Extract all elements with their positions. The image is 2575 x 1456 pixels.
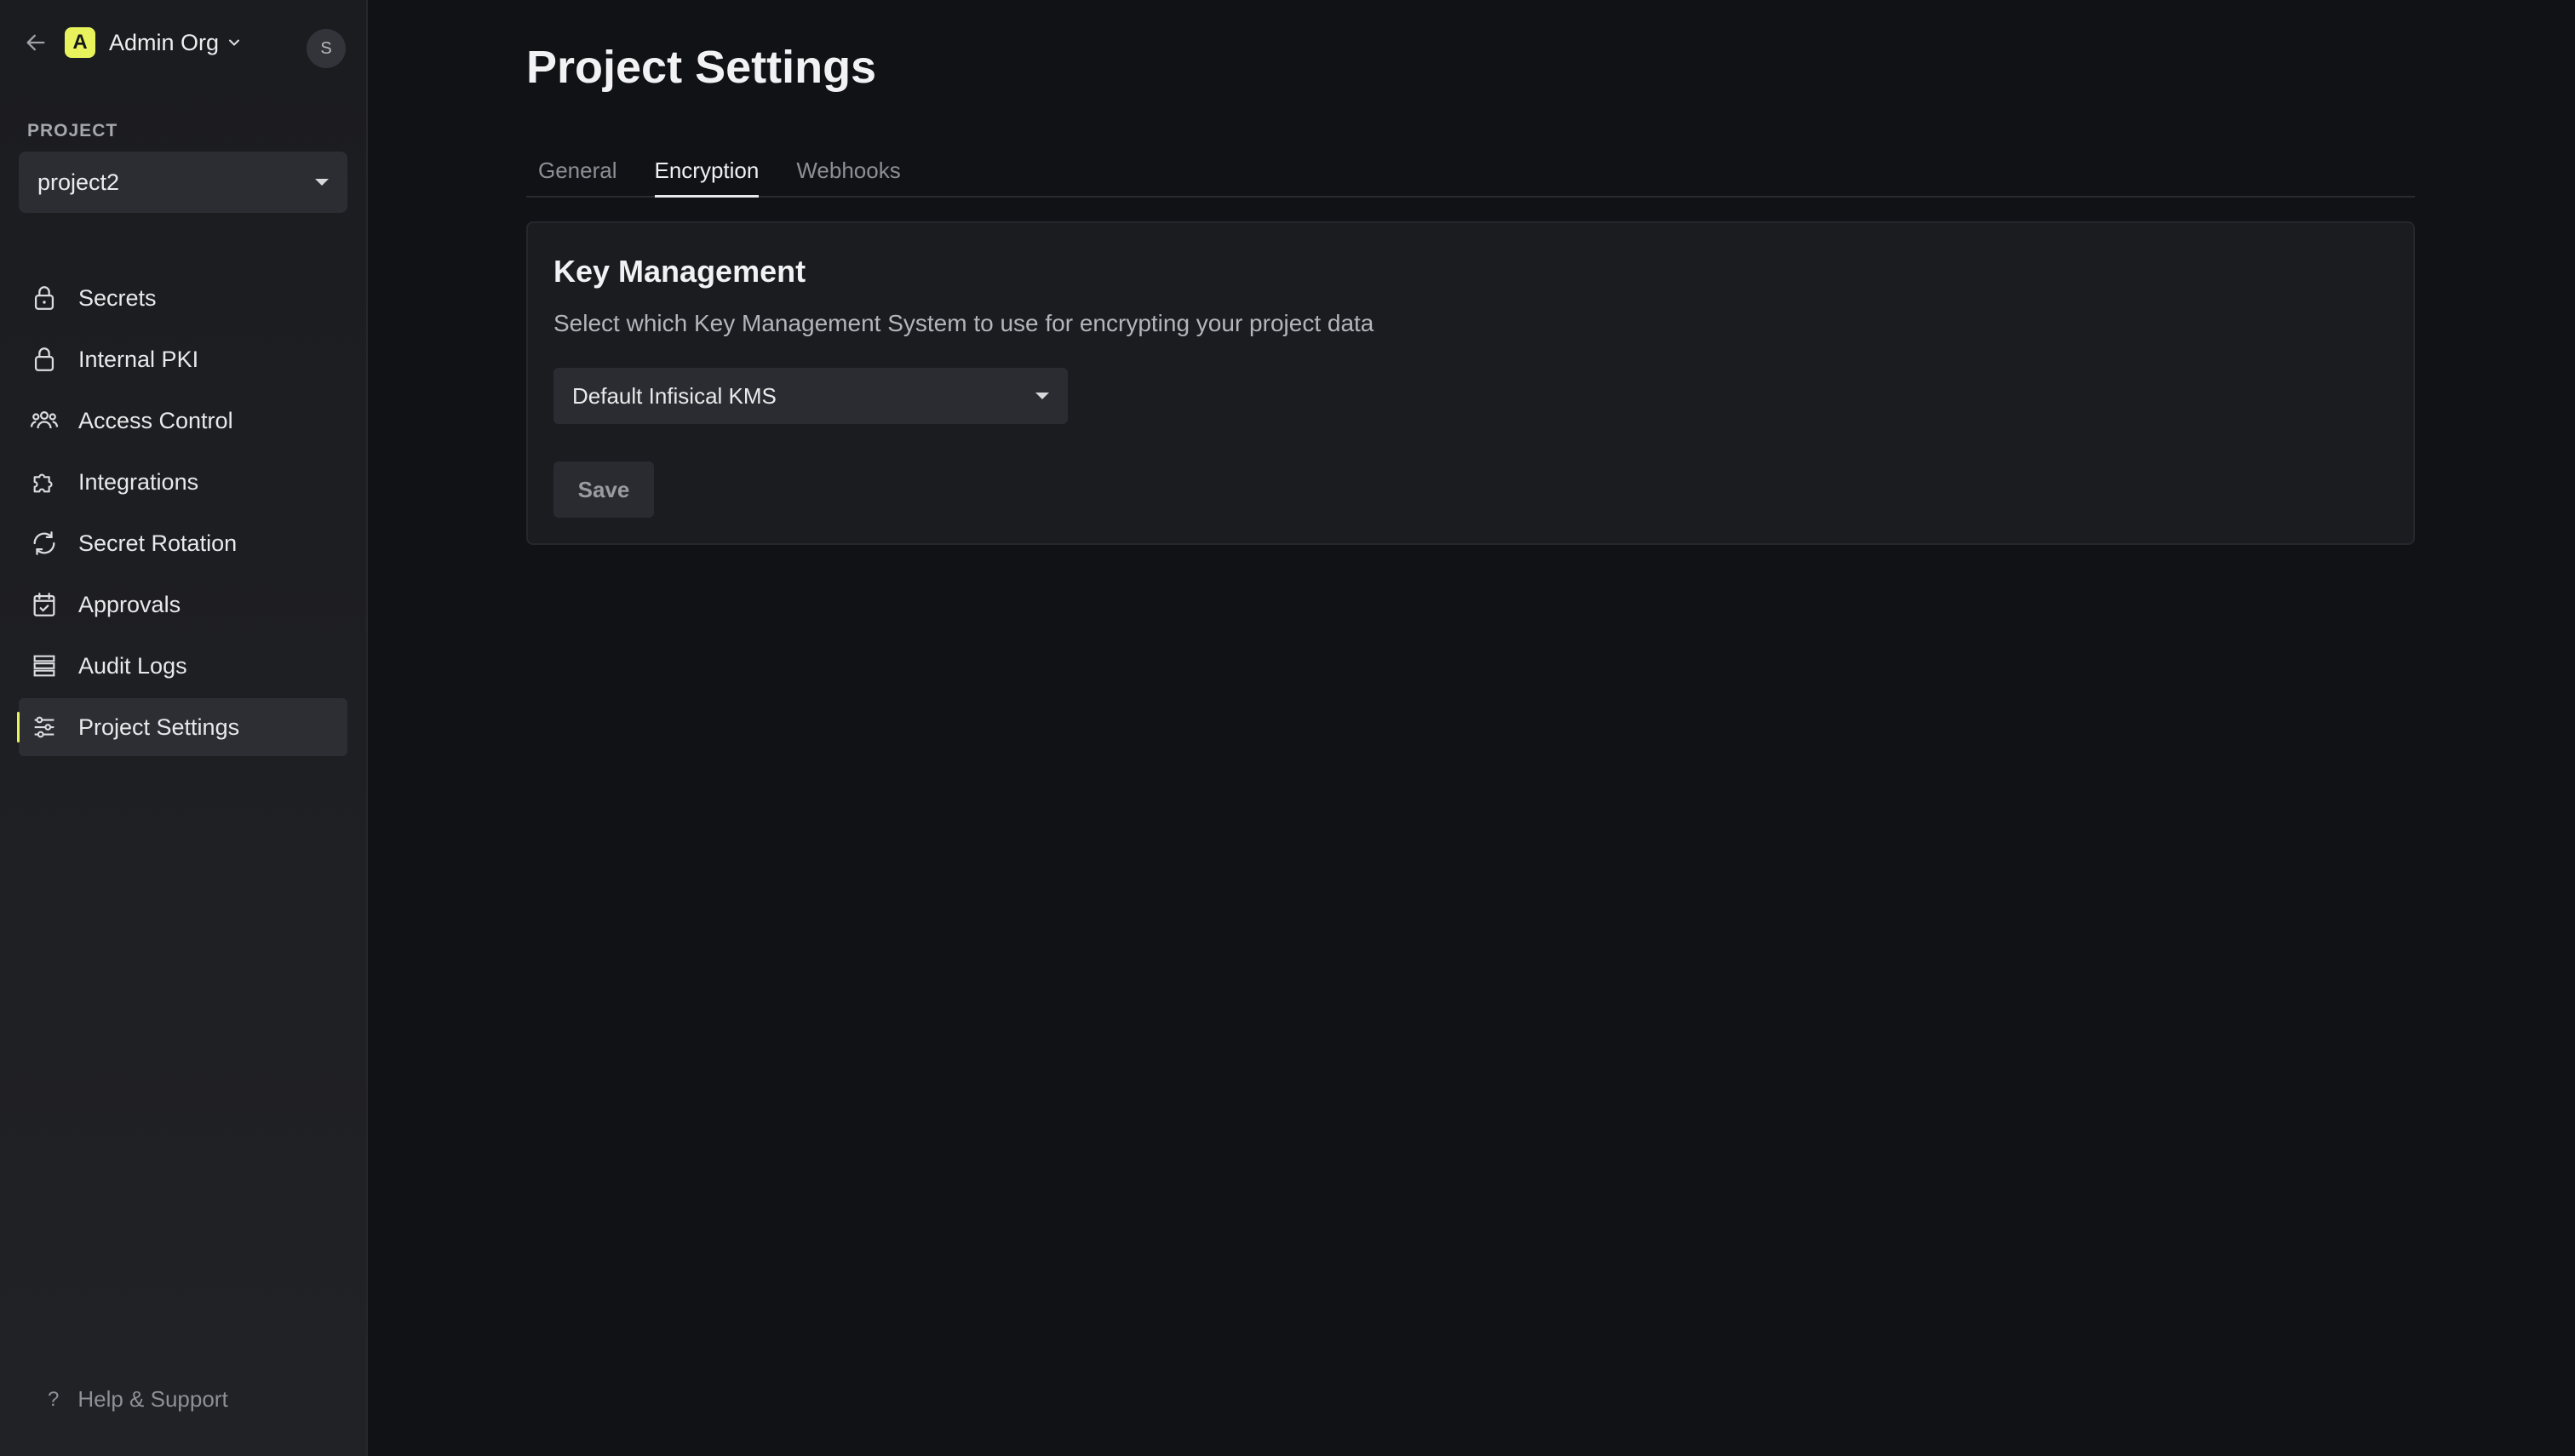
key-management-card: Key Management Select which Key Manageme… <box>526 221 2415 545</box>
avatar[interactable]: S <box>307 29 346 68</box>
sliders-icon <box>27 710 61 744</box>
kms-select-value: Default Infisical KMS <box>572 382 777 409</box>
sidebar-item-label: Internal PKI <box>78 346 199 372</box>
tab-webhooks[interactable]: Webhooks <box>796 145 900 196</box>
sidebar-item-project-settings[interactable]: Project Settings <box>17 698 347 756</box>
chevron-down-icon[interactable] <box>226 34 243 51</box>
list-icon <box>27 649 61 683</box>
question-icon: ? <box>48 1387 60 1411</box>
sidebar-item-label: Integrations <box>78 468 199 495</box>
project-select-value: project2 <box>37 169 120 195</box>
rotate-icon <box>27 526 61 560</box>
sidebar-item-label: Secrets <box>78 284 157 311</box>
lock-icon <box>27 342 61 376</box>
sidebar: A Admin Org S PROJECT project2 Secrets I… <box>0 0 368 1456</box>
help-support-link[interactable]: ? Help & Support <box>48 1386 228 1413</box>
sidebar-item-secrets[interactable]: Secrets <box>19 269 347 327</box>
caret-down-icon <box>1035 393 1049 399</box>
kms-select[interactable]: Default Infisical KMS <box>553 368 1068 424</box>
sidebar-item-audit-logs[interactable]: Audit Logs <box>19 637 347 695</box>
lock-icon <box>27 281 61 315</box>
org-bar: A Admin Org S <box>20 27 346 68</box>
sidebar-item-access-control[interactable]: Access Control <box>19 392 347 450</box>
save-button[interactable]: Save <box>553 461 654 518</box>
sidebar-item-approvals[interactable]: Approvals <box>19 576 347 633</box>
sidebar-item-integrations[interactable]: Integrations <box>19 453 347 511</box>
org-logo: A <box>65 27 95 58</box>
puzzle-icon <box>27 465 61 499</box>
tab-encryption[interactable]: Encryption <box>654 145 759 198</box>
calendar-check-icon <box>27 588 61 622</box>
users-icon <box>27 404 61 438</box>
caret-down-icon <box>315 179 329 186</box>
sidebar-item-label: Secret Rotation <box>78 530 238 556</box>
sidebar-item-label: Approvals <box>78 591 181 617</box>
sidebar-item-secret-rotation[interactable]: Secret Rotation <box>19 514 347 572</box>
sidebar-nav: Secrets Internal PKI Access Control Inte… <box>17 269 347 760</box>
sidebar-item-label: Access Control <box>78 407 233 433</box>
help-label: Help & Support <box>77 1386 228 1412</box>
page-title: Project Settings <box>526 42 877 93</box>
tab-bar: General Encryption Webhooks <box>526 145 2415 198</box>
sidebar-item-label: Project Settings <box>78 714 240 740</box>
card-description: Select which Key Management System to us… <box>553 310 1374 336</box>
sidebar-item-internal-pki[interactable]: Internal PKI <box>19 330 347 388</box>
main-content: Project Settings General Encryption Webh… <box>368 0 2575 1456</box>
project-select[interactable]: project2 <box>19 152 347 213</box>
arrow-left-icon[interactable] <box>20 27 51 58</box>
card-title: Key Management <box>553 254 806 289</box>
org-name[interactable]: Admin Org <box>109 30 219 56</box>
project-label: PROJECT <box>27 121 118 140</box>
tab-general[interactable]: General <box>538 145 617 196</box>
sidebar-item-label: Audit Logs <box>78 652 187 679</box>
